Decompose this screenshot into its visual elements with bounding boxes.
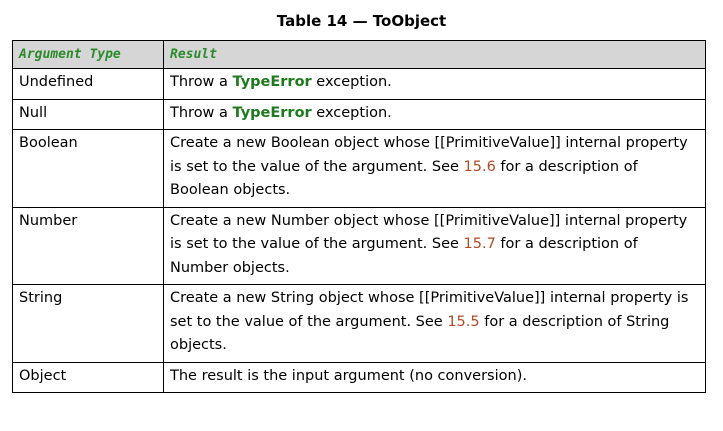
section-ref-link[interactable]: 15.7	[464, 236, 496, 252]
result-cell: Throw a TypeError exception.	[163, 98, 706, 130]
table-row: Null Throw a TypeError exception.	[12, 98, 706, 130]
header-row: Argument Type Result	[12, 40, 706, 69]
argument-type-cell: String	[12, 284, 164, 363]
typeerror-link[interactable]: TypeError	[233, 105, 312, 121]
result-cell: Create a new String object whose [[Primi…	[163, 284, 706, 363]
result-cell: Create a new Boolean object whose [[Prim…	[163, 129, 706, 208]
typeerror-link[interactable]: TypeError	[233, 74, 312, 90]
result-cell: The result is the input argument (no con…	[163, 361, 706, 393]
result-cell: Throw a TypeError exception.	[163, 68, 706, 100]
section-ref-link[interactable]: 15.5	[447, 314, 479, 330]
argument-type-cell: Number	[12, 206, 164, 285]
table-caption: Table 14 — ToObject	[276, 12, 447, 30]
table-row: Boolean Create a new Boolean object whos…	[12, 129, 706, 208]
table-row: String Create a new String object whose …	[12, 284, 706, 363]
argument-type-cell: Null	[12, 98, 164, 130]
argument-type-cell: Object	[12, 361, 164, 393]
table-row: Object The result is the input argument …	[12, 361, 706, 393]
header-result: Result	[163, 40, 706, 69]
section-ref-link[interactable]: 15.6	[464, 159, 496, 175]
result-text: Throw a	[170, 104, 233, 121]
table-row: Undefined Throw a TypeError exception.	[12, 68, 706, 100]
result-text: Throw a	[170, 74, 233, 90]
result-text: exception.	[311, 74, 392, 90]
header-argument-type: Argument Type	[12, 40, 164, 69]
result-text: The result is the input argument (no con…	[170, 367, 527, 384]
result-text: exception.	[311, 104, 392, 121]
table-row: Number Create a new Number object whose …	[12, 206, 706, 285]
argument-type-cell: Undefined	[12, 68, 164, 100]
argument-type-cell: Boolean	[12, 129, 164, 208]
result-cell: Create a new Number object whose [[Primi…	[163, 206, 706, 285]
toobject-table: Argument Type Result Undefined Throw a T…	[12, 40, 706, 393]
